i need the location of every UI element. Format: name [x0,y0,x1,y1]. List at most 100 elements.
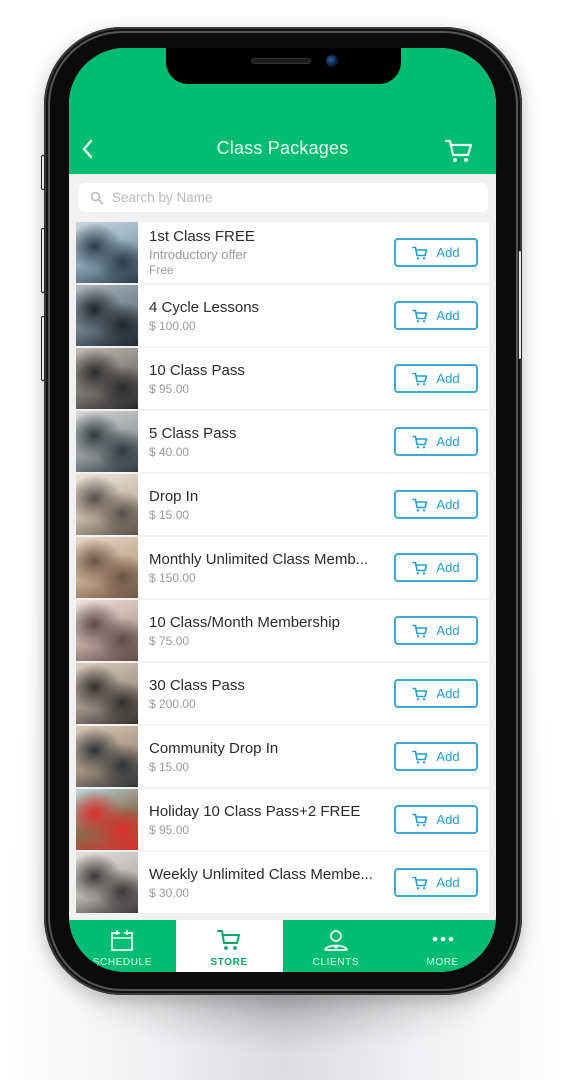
tab-clients-label: CLIENTS [312,957,360,968]
package-price: $ 40.00 [149,444,190,459]
package-thumbnail [76,789,138,850]
cart-add-icon [412,309,428,322]
add-button-label: Add [436,497,460,512]
tab-store[interactable]: STORE [175,920,283,972]
add-to-cart-button[interactable]: Add [394,364,478,393]
bottom-tab-bar: SCHEDULE STORE CLIENTS MORE [69,920,496,972]
add-to-cart-button[interactable]: Add [394,490,478,519]
add-button-label: Add [436,875,460,890]
cart-add-icon [412,561,428,574]
package-name: 4 Cycle Lessons [149,298,260,316]
search-icon [90,191,104,204]
package-row[interactable]: Weekly Unlimited Class Membe... $ 30.00 Ad… [76,852,489,913]
package-price: Free [149,263,174,277]
package-info: 5 Class Pass $ 40.00 [138,425,394,459]
mute-switch [41,155,45,190]
shopping-cart-icon [444,139,473,162]
add-to-cart-button[interactable]: Add [394,238,478,267]
package-row[interactable]: Monthly Unlimited Class Memb... $ 150.00 A… [76,537,489,598]
package-row[interactable]: Drop In $ 15.00 Add [76,474,489,535]
package-info: 10 Class/Month Membership $ 75.00 [138,614,394,648]
package-info: 4 Cycle Lessons $ 100.00 [138,299,394,333]
add-to-cart-button[interactable]: Add [394,679,478,708]
add-to-cart-button[interactable]: Add [394,868,478,897]
add-to-cart-button[interactable]: Add [394,742,478,771]
add-button-label: Add [436,434,460,449]
cart-add-icon [412,876,428,889]
cart-add-icon [412,750,428,763]
speaker-grille [251,58,311,64]
add-button-label: Add [436,623,460,638]
package-info: Holiday 10 Class Pass+2 FREE $ 95.00 [138,803,394,837]
package-name: Drop In [149,487,199,505]
more-dots-icon [432,936,453,942]
package-name: 1st Class FREE [149,228,255,245]
package-thumbnail [76,600,138,661]
package-row[interactable]: 4 Cycle Lessons $ 100.00 Add [76,285,489,346]
package-info: 1st Class FREE Introductory offer Free [138,228,394,277]
calendar-icon [111,930,134,951]
tab-clients[interactable]: CLIENTS [283,920,390,972]
add-to-cart-button[interactable]: Add [394,301,478,330]
package-thumbnail [76,852,138,913]
package-list: 1st Class FREE Introductory offer Free Add 4… [76,222,489,915]
package-info: Monthly Unlimited Class Memb... $ 150.00 [138,551,394,585]
add-to-cart-button[interactable]: Add [394,616,478,645]
cart-button[interactable] [444,138,474,164]
package-row[interactable]: 1st Class FREE Introductory offer Free Add [76,222,489,283]
package-name: 10 Class Pass [149,361,245,379]
package-row[interactable]: 5 Class Pass $ 40.00 Add [76,411,489,472]
package-thumbnail [76,663,138,724]
search-input[interactable] [112,190,472,205]
tab-more[interactable]: MORE [389,920,496,972]
package-thumbnail [76,411,138,472]
package-info: 30 Class Pass $ 200.00 [138,677,394,711]
add-to-cart-button[interactable]: Add [394,553,478,582]
package-price: $ 15.00 [149,507,190,522]
shopping-cart-icon [217,930,241,950]
package-info: Drop In $ 15.00 [138,488,394,522]
package-price: $ 30.00 [149,885,190,900]
package-thumbnail [76,222,138,283]
tab-more-label: MORE [426,957,459,968]
package-row[interactable]: Holiday 10 Class Pass+2 FREE $ 95.00 Add [76,789,489,850]
app-header: Class Packages [69,48,496,174]
package-price: $ 75.00 [149,633,190,648]
package-name: Community Drop In [149,739,279,757]
add-button-label: Add [436,560,460,575]
package-price: $ 200.00 [149,696,196,711]
user-icon [323,930,348,951]
app-screen: Class Packages 1st Class FREE Introductor… [69,48,496,972]
package-row[interactable]: Community Drop In $ 15.00 Add [76,726,489,787]
package-info: Community Drop In $ 15.00 [138,740,394,774]
package-row[interactable]: 10 Class/Month Membership $ 75.00 Add [76,600,489,661]
add-to-cart-button[interactable]: Add [394,427,478,456]
volume-down-button [41,316,45,381]
cart-add-icon [412,435,428,448]
front-camera [326,55,338,67]
cart-add-icon [412,687,428,700]
add-to-cart-button[interactable]: Add [394,805,478,834]
add-button-label: Add [436,686,460,701]
cart-add-icon [412,498,428,511]
package-name: Holiday 10 Class Pass+2 FREE [149,802,361,820]
package-thumbnail [76,474,138,535]
add-button-label: Add [436,371,460,386]
package-name: 5 Class Pass [149,424,237,442]
add-button-label: Add [436,812,460,827]
volume-up-button [41,228,45,293]
cart-add-icon [412,624,428,637]
power-button [518,250,522,360]
package-thumbnail [76,348,138,409]
tab-schedule[interactable]: SCHEDULE [69,920,176,972]
package-thumbnail [76,285,138,346]
package-subtitle: Introductory offer [149,247,248,262]
package-row[interactable]: 30 Class Pass $ 200.00 Add [76,663,489,724]
package-price: $ 100.00 [149,318,196,333]
search-bar[interactable] [78,183,488,212]
package-price: $ 15.00 [149,759,190,774]
add-button-label: Add [436,308,460,323]
package-info: 10 Class Pass $ 95.00 [138,362,394,396]
package-price: $ 150.00 [149,570,196,585]
package-row[interactable]: 10 Class Pass $ 95.00 Add [76,348,489,409]
